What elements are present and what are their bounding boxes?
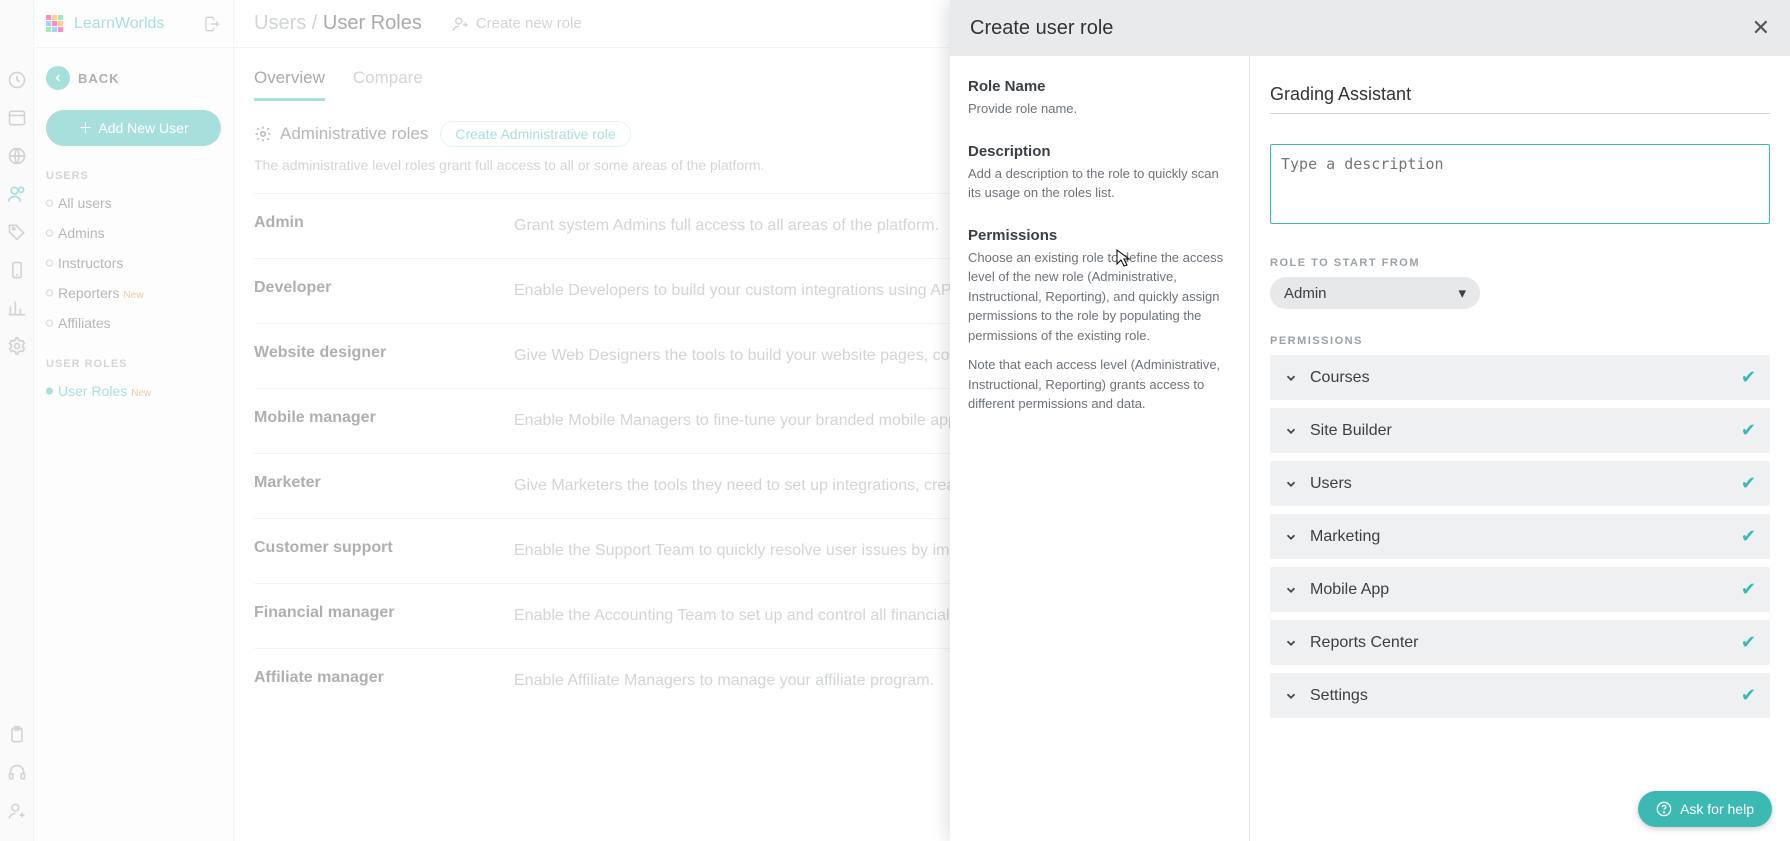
permissions-label: Permissions bbox=[968, 227, 1231, 244]
panel-help-column: Role Name Provide role name. Description… bbox=[950, 56, 1250, 841]
role-start-from-label: ROLE TO START FROM bbox=[1270, 257, 1770, 269]
permissions-list-label: PERMISSIONS bbox=[1270, 335, 1770, 347]
help-icon bbox=[1656, 801, 1672, 817]
permission-label: Settings bbox=[1310, 687, 1368, 705]
permission-label: Site Builder bbox=[1310, 422, 1392, 440]
check-icon: ✔ bbox=[1741, 420, 1756, 441]
chevron-down-icon bbox=[1284, 424, 1298, 438]
permissions-hint: Choose an existing role to define the ac… bbox=[968, 248, 1231, 346]
description-hint: Add a description to the role to quickly… bbox=[968, 164, 1231, 203]
create-role-panel: Create user role ✕ Role Name Provide rol… bbox=[950, 0, 1790, 841]
permission-label: Courses bbox=[1310, 369, 1370, 387]
chevron-down-icon bbox=[1284, 477, 1298, 491]
check-icon: ✔ bbox=[1741, 685, 1756, 706]
panel-title: Create user role bbox=[970, 17, 1113, 40]
permission-row[interactable]: Settings ✔ bbox=[1270, 673, 1770, 718]
panel-form-column: ROLE TO START FROM Admin ▾ PERMISSIONS C… bbox=[1250, 56, 1790, 841]
permission-row[interactable]: Mobile App ✔ bbox=[1270, 567, 1770, 612]
close-icon[interactable]: ✕ bbox=[1752, 15, 1770, 41]
role-start-from-select[interactable]: Admin ▾ bbox=[1270, 277, 1480, 309]
check-icon: ✔ bbox=[1741, 579, 1756, 600]
role-name-hint: Provide role name. bbox=[968, 99, 1231, 119]
select-value: Admin bbox=[1284, 285, 1327, 302]
permission-row[interactable]: Site Builder ✔ bbox=[1270, 408, 1770, 453]
check-icon: ✔ bbox=[1741, 526, 1756, 547]
permission-row[interactable]: Courses ✔ bbox=[1270, 355, 1770, 400]
permission-row[interactable]: Marketing ✔ bbox=[1270, 514, 1770, 559]
permissions-note: Note that each access level (Administrat… bbox=[968, 355, 1231, 414]
ask-for-help-button[interactable]: Ask for help bbox=[1638, 791, 1772, 827]
permission-label: Marketing bbox=[1310, 528, 1380, 546]
permission-row[interactable]: Reports Center ✔ bbox=[1270, 620, 1770, 665]
check-icon: ✔ bbox=[1741, 632, 1756, 653]
permission-row[interactable]: Users ✔ bbox=[1270, 461, 1770, 506]
permissions-list: Courses✔Site Builder✔Users✔Marketing✔Mob… bbox=[1270, 355, 1770, 718]
permission-label: Reports Center bbox=[1310, 634, 1419, 652]
chevron-down-icon bbox=[1284, 583, 1298, 597]
chevron-down-icon: ▾ bbox=[1458, 284, 1466, 302]
permission-label: Users bbox=[1310, 475, 1352, 493]
chevron-down-icon bbox=[1284, 636, 1298, 650]
description-label: Description bbox=[968, 143, 1231, 160]
permission-label: Mobile App bbox=[1310, 581, 1389, 599]
check-icon: ✔ bbox=[1741, 473, 1756, 494]
chevron-down-icon bbox=[1284, 689, 1298, 703]
role-name-label: Role Name bbox=[968, 78, 1231, 95]
role-name-input[interactable] bbox=[1270, 78, 1770, 114]
description-input[interactable] bbox=[1270, 144, 1770, 224]
chevron-down-icon bbox=[1284, 530, 1298, 544]
chevron-down-icon bbox=[1284, 371, 1298, 385]
check-icon: ✔ bbox=[1741, 367, 1756, 388]
panel-header: Create user role ✕ bbox=[950, 0, 1790, 56]
